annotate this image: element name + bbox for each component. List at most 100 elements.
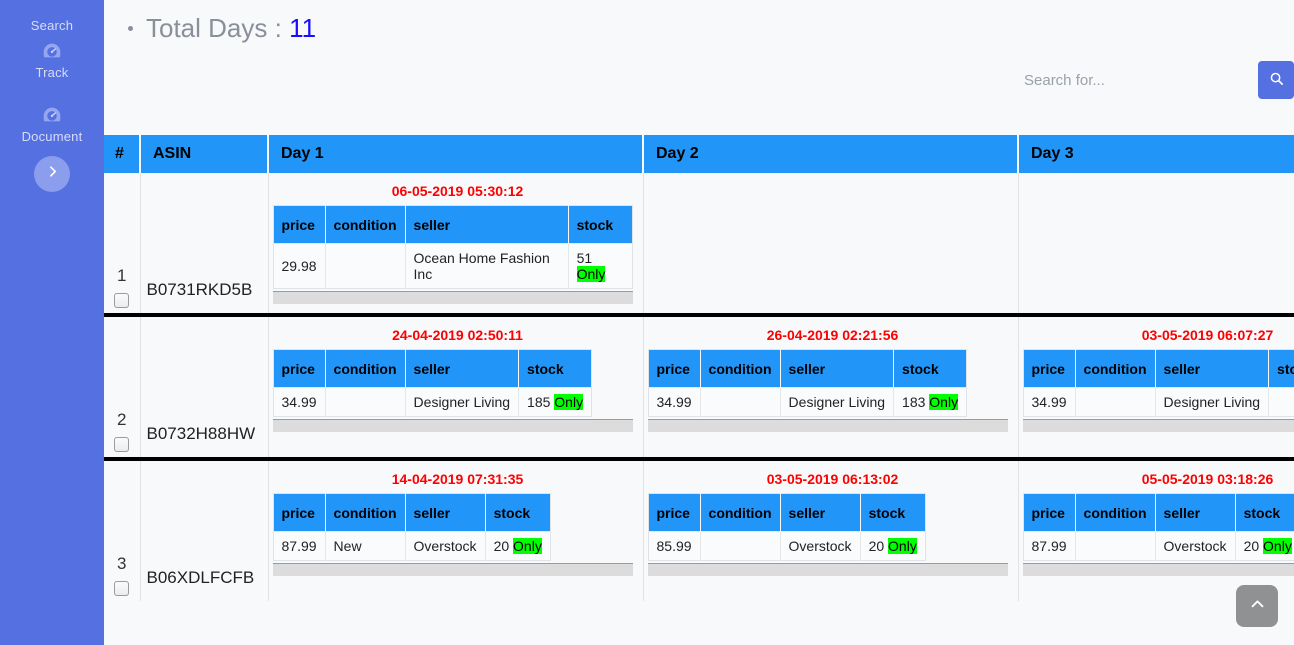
column-header-day1[interactable]: Day 1 — [268, 135, 643, 173]
sidebar-item-search[interactable]: Search — [0, 0, 104, 33]
offer-condition: New — [325, 532, 405, 561]
offer-column-header-stock[interactable]: stock — [1235, 494, 1294, 532]
offer-column-header-seller[interactable]: seller — [780, 494, 860, 532]
offer-column-header-stock[interactable]: stock — [519, 350, 592, 388]
sidebar-item-document[interactable]: Document — [0, 104, 104, 144]
offer-price: 34.99 — [1023, 388, 1075, 417]
total-days-row: Total Days : 11 — [128, 6, 1294, 50]
column-header-asin[interactable]: ASIN — [140, 135, 268, 173]
row-select-checkbox[interactable] — [114, 437, 129, 452]
stock-only-badge: Only — [929, 394, 958, 410]
offer-row: 85.99Overstock20 Only — [648, 532, 925, 561]
asin-cell: B0732H88HW — [140, 315, 268, 459]
table-row: 2B0732H88HW24-04-2019 02:50:11pricecondi… — [104, 315, 1294, 459]
snapshot-timestamp: 06-05-2019 05:30:12 — [273, 173, 643, 205]
offer-column-header-condition[interactable]: condition — [325, 206, 405, 244]
offer-column-header-price[interactable]: price — [1023, 494, 1075, 532]
offer-column-header-seller[interactable]: seller — [1155, 494, 1235, 532]
offer-table-horizontal-scrollbar[interactable] — [648, 563, 1008, 576]
offer-column-header-seller[interactable]: seller — [405, 494, 485, 532]
column-header-day3[interactable]: Day 3 — [1018, 135, 1294, 173]
stock-only-badge: Only — [1263, 538, 1292, 554]
offer-condition — [700, 388, 780, 417]
row-number: 1 — [104, 265, 140, 287]
offer-column-header-condition[interactable]: condition — [325, 494, 405, 532]
row-select-checkbox[interactable] — [114, 581, 129, 596]
offer-table-horizontal-scrollbar[interactable] — [273, 563, 633, 576]
offer-column-header-condition[interactable]: condition — [325, 350, 405, 388]
day-2-cell — [643, 173, 1018, 315]
table-row: 3B06XDLFCFB14-04-2019 07:31:35pricecondi… — [104, 459, 1294, 601]
column-header-day2[interactable]: Day 2 — [643, 135, 1018, 173]
row-number-cell: 1 — [104, 173, 140, 315]
offer-column-header-stock[interactable]: stock — [568, 206, 632, 244]
offer-column-header-stock[interactable]: stock — [894, 350, 967, 388]
offer-table-horizontal-scrollbar[interactable] — [273, 419, 633, 432]
sidebar-item-track[interactable]: Track — [0, 40, 104, 80]
offer-column-header-stock[interactable]: stock — [485, 494, 550, 532]
row-number: 2 — [104, 409, 140, 431]
offer-seller: Ocean Home Fashion Inc — [405, 244, 568, 289]
offer-column-header-price[interactable]: price — [273, 206, 325, 244]
app-root: Search Track D — [0, 0, 1294, 645]
row-select-checkbox[interactable] — [114, 293, 129, 308]
offer-row: 87.99NewOverstock20 Only — [273, 532, 550, 561]
offer-stock: 20 Only — [485, 532, 550, 561]
tracking-table-head: # ASIN Day 1 Day 2 Day 3 — [104, 135, 1294, 173]
offer-column-header-condition[interactable]: condition — [1075, 494, 1155, 532]
sidebar-collapse-toggle[interactable] — [34, 156, 70, 192]
offer-stock: 51 Only — [568, 244, 632, 289]
offer-table-horizontal-scrollbar[interactable] — [1023, 563, 1294, 576]
offer-stock-value: 20 — [494, 538, 510, 554]
offer-row: 34.99Designer Living183 Only — [648, 388, 967, 417]
offer-stock-value: 20 — [1244, 538, 1260, 554]
snapshot-timestamp: 03-05-2019 06:07:27 — [1023, 317, 1294, 349]
offer-column-header-condition[interactable]: condition — [1075, 350, 1155, 388]
offer-header-row: priceconditionsellerstock — [648, 494, 925, 532]
tracking-table: # ASIN Day 1 Day 2 Day 3 1B0731RKD5B06-0… — [104, 135, 1294, 601]
offer-price: 29.98 — [273, 244, 325, 289]
offer-column-header-price[interactable]: price — [648, 494, 700, 532]
offer-column-header-stock[interactable]: stock — [1269, 350, 1294, 388]
scroll-to-top-button[interactable] — [1236, 585, 1278, 627]
offer-column-header-seller[interactable]: seller — [1155, 350, 1269, 388]
offer-column-header-price[interactable]: price — [1023, 350, 1075, 388]
day-3-cell: 03-05-2019 06:07:27priceconditionsellers… — [1018, 315, 1294, 459]
column-header-num[interactable]: # — [104, 135, 140, 173]
offer-seller: Overstock — [405, 532, 485, 561]
search-button[interactable] — [1258, 61, 1294, 99]
offer-table-horizontal-scrollbar[interactable] — [648, 419, 1008, 432]
asin-cell: B0731RKD5B — [140, 173, 268, 315]
offer-column-header-condition[interactable]: condition — [700, 494, 780, 532]
offer-column-header-seller[interactable]: seller — [780, 350, 894, 388]
offer-column-header-seller[interactable]: seller — [405, 350, 519, 388]
day-1-cell: 06-05-2019 05:30:12priceconditionsellers… — [268, 173, 643, 315]
offer-column-header-price[interactable]: price — [273, 494, 325, 532]
offer-table-horizontal-scrollbar[interactable] — [273, 291, 633, 304]
offer-table-horizontal-scrollbar[interactable] — [1023, 419, 1294, 432]
offer-column-header-condition[interactable]: condition — [700, 350, 780, 388]
offer-seller: Designer Living — [1155, 388, 1269, 417]
offer-seller: Designer Living — [780, 388, 894, 417]
day-2-cell: 26-04-2019 02:21:56priceconditionsellers… — [643, 315, 1018, 459]
offer-row: 34.99 Designer Living — [1023, 388, 1294, 417]
day-3-cell — [1018, 173, 1294, 315]
offer-column-header-seller[interactable]: seller — [405, 206, 568, 244]
search-bar — [1000, 61, 1294, 99]
offer-column-header-price[interactable]: price — [273, 350, 325, 388]
offer-price: 87.99 — [273, 532, 325, 561]
gauge-icon — [41, 0, 63, 15]
search-input[interactable] — [1000, 61, 1258, 99]
stock-only-badge: Only — [888, 538, 917, 554]
offer-table: priceconditionsellerstock 34.99 Designer L… — [1023, 349, 1294, 417]
sidebar: Search Track D — [0, 0, 104, 645]
offer-column-header-stock[interactable]: stock — [860, 494, 925, 532]
row-number-cell: 2 — [104, 315, 140, 459]
offer-column-header-price[interactable]: price — [648, 350, 700, 388]
table-row: 1B0731RKD5B06-05-2019 05:30:12pricecondi… — [104, 173, 1294, 315]
snapshot-timestamp: 05-05-2019 03:18:26 — [1023, 461, 1294, 493]
offer-stock-value: 183 — [902, 394, 925, 410]
offer-table: priceconditionsellerstock87.99NewOversto… — [273, 493, 551, 561]
snapshot-timestamp: 14-04-2019 07:31:35 — [273, 461, 643, 493]
day-3-cell: 05-05-2019 03:18:26priceconditionsellers… — [1018, 459, 1294, 601]
